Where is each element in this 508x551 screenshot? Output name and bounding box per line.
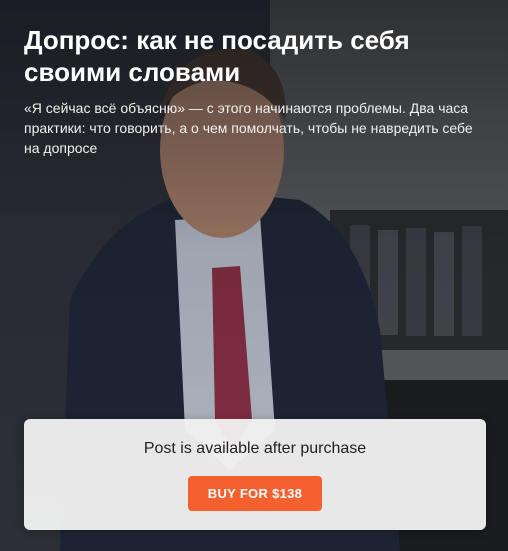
buy-button[interactable]: BUY FOR $138 (188, 476, 322, 511)
post-card: Допрос: как не посадить себя своими слов… (0, 0, 508, 551)
post-subtitle: «Я сейчас всё объясню» — с этого начинаю… (24, 100, 473, 156)
paywall-box: Post is available after purchase BUY FOR… (24, 419, 486, 530)
post-title: Допрос: как не посадить себя своими слов… (24, 25, 410, 87)
paywall-message: Post is available after purchase (143, 440, 367, 457)
